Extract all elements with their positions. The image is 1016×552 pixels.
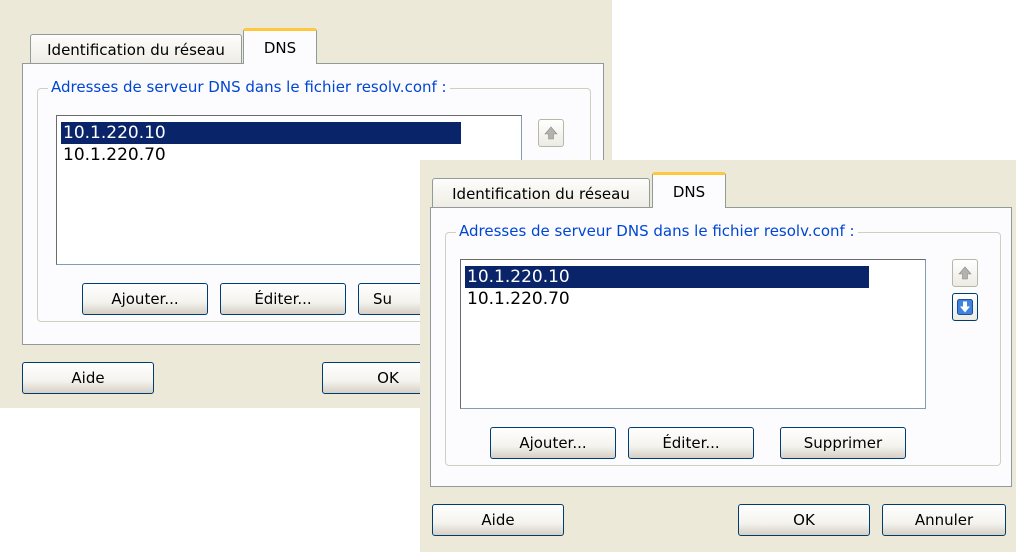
help-button[interactable]: Aide	[432, 504, 564, 536]
tab-label: Identification du réseau	[452, 184, 630, 203]
move-up-button[interactable]	[538, 119, 564, 147]
add-button[interactable]: Ajouter...	[82, 283, 208, 315]
move-down-button[interactable]	[952, 293, 978, 321]
dns-groupbox: Adresses de serveur DNS dans le fichier …	[445, 222, 1001, 466]
arrow-up-icon	[958, 266, 972, 280]
groupbox-legend: Adresses de serveur DNS dans le fichier …	[456, 222, 858, 240]
list-item[interactable]: 10.1.220.10	[61, 122, 461, 144]
list-item[interactable]: 10.1.220.70	[61, 144, 461, 166]
ok-button[interactable]: OK	[738, 504, 870, 536]
tab-dns[interactable]: DNS	[652, 172, 726, 208]
tab-label: DNS	[672, 182, 706, 201]
add-button-label: Ajouter...	[519, 434, 587, 452]
list-item[interactable]: 10.1.220.10	[465, 266, 869, 288]
dns-server-list[interactable]: 10.1.220.10 10.1.220.70	[460, 259, 926, 409]
groupbox-legend: Adresses de serveur DNS dans le fichier …	[48, 78, 450, 96]
tab-network-identification[interactable]: Identification du réseau	[432, 178, 650, 208]
edit-button-label: Éditer...	[254, 290, 312, 308]
add-button[interactable]: Ajouter...	[490, 427, 616, 459]
cancel-button-label: Annuler	[914, 511, 974, 529]
help-button-label: Aide	[481, 511, 515, 529]
list-item[interactable]: 10.1.220.70	[465, 288, 869, 310]
tab-dns[interactable]: DNS	[243, 28, 317, 64]
arrow-up-icon	[544, 126, 558, 140]
dns-tab-panel: Adresses de serveur DNS dans le fichier …	[430, 207, 1012, 487]
cancel-button[interactable]: Annuler	[882, 504, 1006, 536]
tab-label: DNS	[263, 38, 297, 57]
arrow-down-icon	[957, 299, 973, 315]
edit-button[interactable]: Éditer...	[628, 427, 754, 459]
move-up-button[interactable]	[952, 259, 978, 287]
dns-dialog-foreground: Identification du réseau DNS Adresses de…	[420, 160, 1016, 552]
delete-button-label: Supprimer	[803, 434, 883, 452]
tab-network-identification[interactable]: Identification du réseau	[30, 34, 242, 64]
delete-button-label: Su	[373, 290, 393, 308]
add-button-label: Ajouter...	[111, 290, 179, 308]
delete-button[interactable]: Supprimer	[780, 427, 906, 459]
tab-label: Identification du réseau	[47, 40, 225, 59]
ok-button-label: OK	[377, 369, 399, 387]
edit-button[interactable]: Éditer...	[220, 283, 346, 315]
help-button-label: Aide	[71, 369, 105, 387]
edit-button-label: Éditer...	[662, 434, 720, 452]
help-button[interactable]: Aide	[22, 362, 154, 394]
ok-button-label: OK	[793, 511, 815, 529]
